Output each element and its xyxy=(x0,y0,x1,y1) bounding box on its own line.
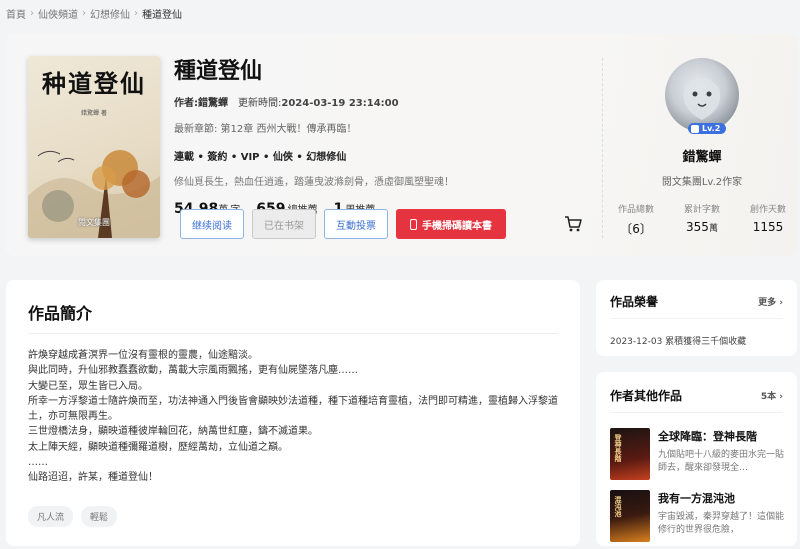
other-works-heading: 作者其他作品 xyxy=(610,389,683,403)
intro-panel: 作品簡介 許煥穿越成蒼溟界一位沒有靈根的靈農，仙途黯淡。 與此同時，升仙邪教蠢蠢… xyxy=(6,280,580,546)
honor-item: 2023-12-03 累積獲得三千個收藏 xyxy=(610,337,747,347)
other-book-cover[interactable]: 登神長階 xyxy=(610,428,650,480)
intro-text: 許煥穿越成蒼溟界一位沒有靈根的靈農，仙途黯淡。 與此同時，升仙邪教蠢蠢欲動，萬載… xyxy=(28,350,558,484)
other-book-title[interactable]: 全球降臨：登神長階 xyxy=(658,428,788,444)
author-card: Lv.2 錯驚蟬 閱文集團Lv.2作家 作品總數 〔6〕 累計字數 355萬 創… xyxy=(612,58,792,237)
breadcrumb-current: 種道登仙 xyxy=(142,10,182,21)
author-title: 閱文集團Lv.2作家 xyxy=(661,177,743,188)
other-book-desc: 九個貼吧十八級的麥田水完一貼師去，醒來卻發現全… xyxy=(658,450,785,473)
author-link[interactable]: 作者:錯驚蟬 xyxy=(174,94,228,109)
author-stat-days: 創作天數 1155 xyxy=(749,205,786,234)
book-tags: 連載 • 簽約 • VIP • 仙俠 • 幻想修仙 xyxy=(174,152,347,163)
chevron-right-icon: › xyxy=(134,8,138,19)
cover-title: 种道登仙 xyxy=(42,69,146,98)
breadcrumb: 首頁 › 仙俠頻道 › 幻想修仙 › 種道登仙 xyxy=(6,6,182,21)
cover-publisher: 閱文集團 xyxy=(78,218,110,227)
header-divider xyxy=(602,58,603,238)
chevron-right-icon: › xyxy=(779,392,783,402)
book-tagline: 修仙覓長生，熱血任逍遙，踏蓮曳波滌劍骨，憑虛御風塑聖魂！ xyxy=(174,177,454,188)
author-stats: 作品總數 〔6〕 累計字數 355萬 創作天數 1155 xyxy=(612,202,792,237)
chevron-right-icon: › xyxy=(82,8,86,19)
lion-avatar-art xyxy=(683,78,721,120)
author-avatar[interactable] xyxy=(665,58,739,132)
author-name[interactable]: 錯驚蟬 xyxy=(612,146,792,165)
other-book-item[interactable]: 登神長階 全球降臨：登神長階 九個貼吧十八級的麥田水完一貼師去，醒來卻發現全… xyxy=(610,428,790,480)
vote-button[interactable]: 互動投票 xyxy=(324,209,388,239)
cover-author: 錯驚蟬 著 xyxy=(81,110,107,117)
intro-divider xyxy=(28,333,558,334)
continue-reading-button[interactable]: 继续阅读 xyxy=(180,209,244,239)
honor-heading: 作品榮譽 xyxy=(610,295,659,309)
other-works-divider xyxy=(610,412,783,413)
intro-heading: 作品簡介 xyxy=(28,304,93,323)
other-book-item[interactable]: 混沌池 我有一方混沌池 宇宙毀滅，秦羿穿越了！這個能修行的世界很危險， xyxy=(610,490,790,542)
chevron-right-icon: › xyxy=(779,298,783,308)
cart-icon[interactable] xyxy=(564,215,582,233)
latest-chapter-link[interactable]: 最新章節: 第12章 西州大戰！傳承再臨！ xyxy=(174,120,594,135)
level-icon xyxy=(691,125,699,133)
keyword-tag[interactable]: 凡人流 xyxy=(28,506,74,527)
other-book-desc: 宇宙毀滅，秦羿穿越了！這個能修行的世界很危險， xyxy=(658,512,785,535)
update-time: 更新時間:2024-03-19 23:14:00 xyxy=(238,98,399,109)
book-title: 種道登仙 xyxy=(174,59,263,84)
other-book-cover[interactable]: 混沌池 xyxy=(610,490,650,542)
keyword-tags: 凡人流 輕鬆 xyxy=(28,506,118,527)
other-works-more-link[interactable]: 5本 › xyxy=(761,389,783,402)
in-bookshelf-button[interactable]: 已在书架 xyxy=(252,209,316,239)
breadcrumb-channel[interactable]: 仙俠頻道 xyxy=(38,6,78,21)
breadcrumb-genre[interactable]: 幻想修仙 xyxy=(90,6,130,21)
other-book-title[interactable]: 我有一方混沌池 xyxy=(658,490,788,506)
mobile-scan-button[interactable]: 手機掃碼讀本書 xyxy=(396,209,506,239)
keyword-tag[interactable]: 輕鬆 xyxy=(81,506,118,527)
book-cover[interactable]: 种道登仙 錯驚蟬 著 閱文集團 xyxy=(28,56,160,238)
mobile-scan-label: 手機掃碼讀本書 xyxy=(422,220,492,232)
chevron-right-icon: › xyxy=(30,8,34,19)
action-buttons: 继续阅读 已在书架 互動投票 手機掃碼讀本書 xyxy=(180,209,582,239)
author-level-badge: Lv.2 xyxy=(688,123,727,134)
author-stat-words: 累計字數 355萬 xyxy=(683,205,720,234)
book-meta: 作者:錯驚蟬 更新時間:2024-03-19 23:14:00 xyxy=(174,94,594,109)
phone-icon xyxy=(410,218,417,230)
other-works-panel: 作者其他作品 5本 › 登神長階 全球降臨：登神長階 九個貼吧十八級的麥田水完一… xyxy=(596,372,797,546)
honor-panel: 作品榮譽 更多 › 2023-12-03 累積獲得三千個收藏 xyxy=(596,280,797,356)
breadcrumb-home[interactable]: 首頁 xyxy=(6,6,26,21)
author-stat-works: 作品總數 〔6〕 xyxy=(618,205,655,236)
book-header-card: 种道登仙 錯驚蟬 著 閱文集團 種道登仙 作者:錯驚蟬 更新時間:2024-03… xyxy=(6,34,797,256)
honor-more-link[interactable]: 更多 › xyxy=(758,295,783,308)
book-info: 種道登仙 作者:錯驚蟬 更新時間:2024-03-19 23:14:00 最新章… xyxy=(174,56,594,217)
honor-divider xyxy=(610,318,783,319)
